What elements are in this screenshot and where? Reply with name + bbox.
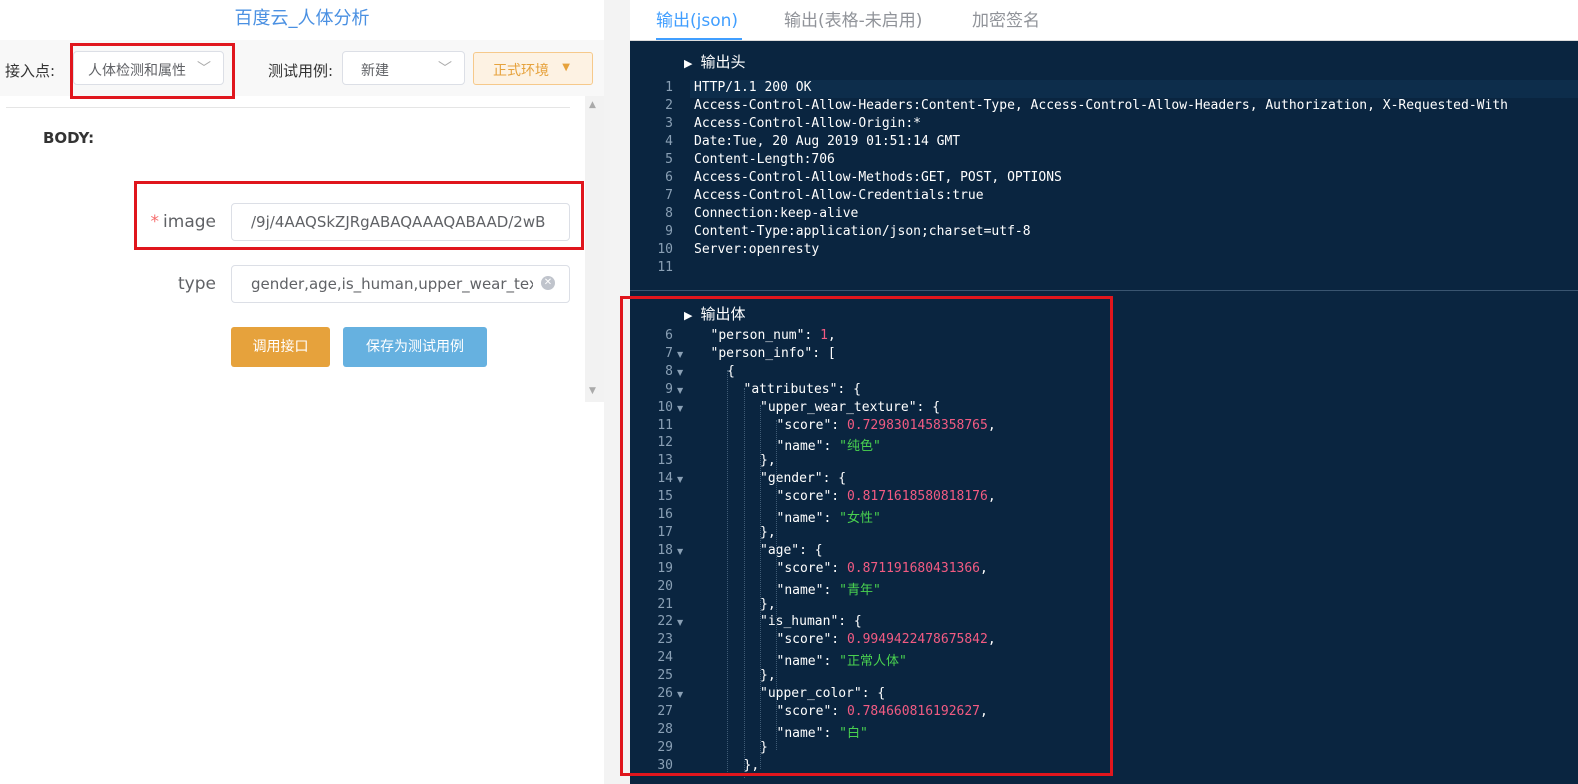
header-line: Access-Control-Allow-Headers:Content-Typ… (694, 98, 1508, 113)
header-line: Content-Type:application/json;charset=ut… (694, 224, 1031, 239)
environment-label: 正式环境 (493, 63, 549, 79)
testcase-select[interactable]: 新建 ﹀ (342, 51, 465, 85)
type-field-label: type (178, 274, 216, 294)
divider (6, 107, 570, 108)
testcase-label: 测试用例: (268, 62, 334, 80)
tab-signature[interactable]: 加密签名 (972, 6, 1040, 31)
type-input[interactable]: gender,age,is_human,upper_wear_texture ✕ (231, 265, 570, 303)
header-line: Access-Control-Allow-Origin:* (694, 116, 921, 131)
line-number: 9 (665, 224, 673, 239)
testcase-value: 新建 (361, 63, 389, 79)
scroll-up-icon[interactable]: ▲ (589, 100, 596, 110)
line-number: 4 (665, 134, 673, 149)
line-number: 6 (665, 170, 673, 185)
tab-json-output[interactable]: 输出(json) (656, 6, 738, 31)
header-line: Date:Tue, 20 Aug 2019 01:51:14 GMT (694, 134, 961, 149)
form-scrollbar[interactable]: ▲ ▼ (585, 96, 604, 402)
chevron-down-icon: ﹀ (438, 61, 452, 77)
line-number: 10 (657, 242, 673, 257)
image-highlight-box (134, 181, 584, 250)
line-number: 1 (665, 80, 673, 95)
caret-down-icon: ▼ (562, 62, 570, 73)
type-input-value: gender,age,is_human,upper_wear_texture (251, 275, 533, 293)
page-title: 百度云_人体分析 (234, 8, 370, 29)
body-section-label: BODY: (43, 129, 95, 147)
header-line: HTTP/1.1 200 OK (694, 80, 812, 95)
header-line: Server:openresty (694, 242, 820, 257)
line-number: 7 (665, 188, 673, 203)
line-number: 8 (665, 206, 673, 221)
header-line: Content-Length:706 (694, 152, 835, 167)
output-tabs (630, 0, 1578, 40)
header-line: Access-Control-Allow-Credentials:true (694, 188, 984, 203)
section-divider (630, 290, 1578, 291)
clear-icon[interactable]: ✕ (541, 276, 555, 290)
current-line-highlight (690, 80, 1578, 98)
entry-highlight-box (70, 43, 235, 99)
save-testcase-button[interactable]: 保存为测试用例 (343, 327, 487, 367)
tab-table-output[interactable]: 输出(表格-未启用) (784, 6, 922, 31)
output-header-title: 输出头 (700, 53, 746, 71)
caret-right-icon: ▶ (684, 57, 693, 70)
header-line: Access-Control-Allow-Methods:GET, POST, … (694, 170, 1062, 185)
line-number: 3 (665, 116, 673, 131)
line-number: 11 (657, 260, 673, 275)
body-highlight-box (620, 296, 1113, 776)
header-line: Connection:keep-alive (694, 206, 859, 221)
environment-dropdown[interactable]: 正式环境 ▼ (473, 52, 593, 85)
scroll-down-icon[interactable]: ▼ (589, 386, 596, 396)
line-number: 2 (665, 98, 673, 113)
line-number: 5 (665, 152, 673, 167)
request-panel: 百度云_人体分析 接入点: 人体检测和属性 ﹀ 测试用例: 新建 ﹀ 正式环境 … (0, 0, 604, 784)
entry-point-label: 接入点: (5, 62, 56, 80)
output-header-toggle[interactable]: ▶ 输出头 (684, 51, 745, 72)
call-api-button[interactable]: 调用接口 (231, 327, 330, 367)
